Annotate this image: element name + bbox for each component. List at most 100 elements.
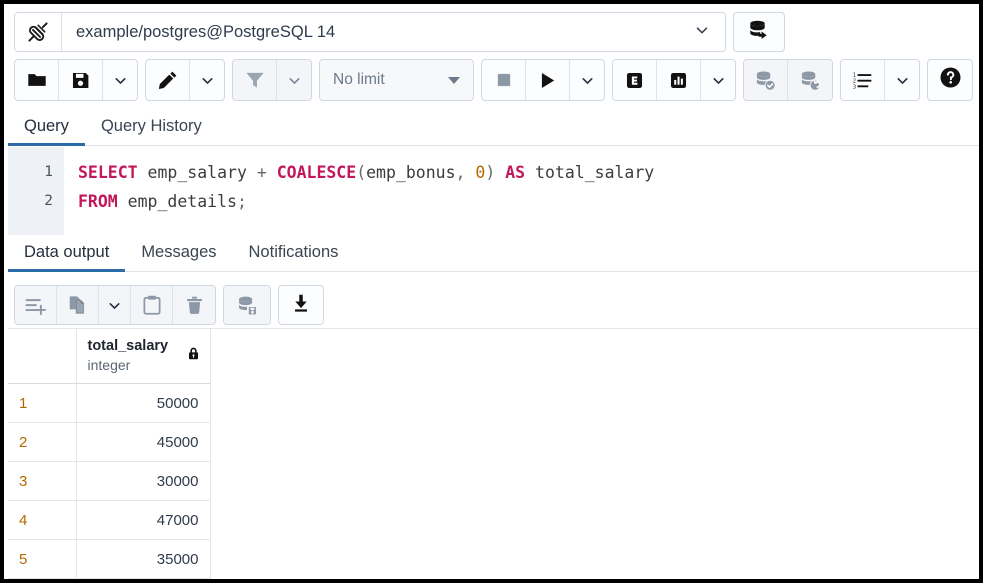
explain-dropdown[interactable] — [701, 60, 735, 100]
table-row[interactable]: 447000 — [8, 501, 210, 540]
column-name: total_salary — [88, 337, 169, 356]
paste-clipboard-button[interactable] — [131, 286, 173, 324]
tab-messages[interactable]: Messages — [125, 243, 232, 272]
header-row: total_salary integer — [8, 329, 210, 384]
row-edit-group — [14, 285, 216, 325]
pgadmin-query-tool: example/postgres@PostgreSQL 14 — [0, 0, 983, 583]
macros-dropdown[interactable] — [885, 60, 919, 100]
rollback-button[interactable] — [788, 60, 832, 100]
plug-connection-icon — [15, 13, 62, 51]
explain-analyze-button[interactable] — [657, 60, 701, 100]
data-output-toolbar — [14, 285, 324, 325]
sql-token — [267, 163, 277, 182]
edit-dropdown[interactable] — [190, 60, 224, 100]
sql-token: ) — [485, 163, 495, 182]
row-number-cell: 4 — [8, 501, 76, 540]
column-type: integer — [88, 356, 169, 375]
execute-group — [481, 59, 605, 101]
connection-string: example/postgres@PostgreSQL 14 — [76, 23, 335, 42]
line-number: 1 — [8, 158, 64, 187]
query-toolbar: No limit — [14, 59, 973, 101]
stop-query-button[interactable] — [482, 60, 526, 100]
sql-token: , — [456, 163, 476, 182]
column-header-total-salary[interactable]: total_salary integer — [76, 329, 210, 384]
row-limit-label: No limit — [333, 71, 385, 89]
copy-rows-button[interactable] — [57, 286, 99, 324]
filter-dropdown[interactable] — [277, 60, 311, 100]
file-group — [14, 59, 138, 101]
add-row-button[interactable] — [15, 286, 57, 324]
cell-total-salary[interactable]: 50000 — [76, 384, 210, 423]
connection-dropdown[interactable]: example/postgres@PostgreSQL 14 — [62, 13, 725, 51]
cell-total-salary[interactable]: 47000 — [76, 501, 210, 540]
open-file-button[interactable] — [15, 60, 59, 100]
row-limit-dropdown[interactable]: No limit — [319, 59, 474, 101]
sql-token: emp_bonus — [366, 163, 455, 182]
commit-button[interactable] — [744, 60, 788, 100]
sql-token: total_salary — [525, 163, 654, 182]
cell-total-salary[interactable]: 30000 — [76, 462, 210, 501]
filter-button[interactable] — [233, 60, 277, 100]
sql-token: AS — [505, 163, 525, 182]
table-row[interactable]: 535000 — [8, 540, 210, 579]
svg-text:3: 3 — [853, 84, 856, 90]
copy-dropdown[interactable] — [99, 286, 131, 324]
save-file-dropdown[interactable] — [103, 60, 137, 100]
cell-total-salary[interactable]: 35000 — [76, 540, 210, 579]
macros-group: 1 2 3 — [840, 59, 920, 101]
save-data-group — [223, 285, 271, 325]
result-table-head: total_salary integer — [8, 329, 210, 384]
filter-group — [232, 59, 312, 101]
chevron-down-icon — [693, 21, 711, 44]
tab-notifications[interactable]: Notifications — [233, 243, 355, 272]
macros-button[interactable]: 1 2 3 — [841, 60, 885, 100]
sql-token: emp_salary — [138, 163, 257, 182]
sql-token: 0 — [475, 163, 485, 182]
explain-button[interactable] — [613, 60, 657, 100]
cell-total-salary[interactable]: 45000 — [76, 423, 210, 462]
table-row[interactable]: 330000 — [8, 462, 210, 501]
output-tabstrip: Data output Messages Notifications — [8, 238, 983, 272]
sql-line: FROM emp_details; — [78, 187, 983, 216]
row-number-header — [8, 329, 76, 384]
row-number-cell: 1 — [8, 384, 76, 423]
sql-token: emp_details — [118, 192, 237, 211]
download-csv-icon — [290, 292, 312, 319]
database-connect-icon — [747, 18, 771, 47]
sql-token: SELECT — [78, 163, 138, 182]
tab-query[interactable]: Query — [8, 117, 85, 146]
result-grid[interactable]: total_salary integer — [8, 329, 983, 583]
delete-rows-button[interactable] — [173, 286, 215, 324]
save-file-button[interactable] — [59, 60, 103, 100]
sql-token — [495, 163, 505, 182]
tab-data-output[interactable]: Data output — [8, 243, 125, 272]
table-row[interactable]: 245000 — [8, 423, 210, 462]
sql-editor[interactable]: 1 2 SELECT emp_salary + COALESCE(emp_bon… — [8, 147, 983, 235]
sql-token: COALESCE — [277, 163, 356, 182]
sql-token: FROM — [78, 192, 118, 211]
row-number-cell: 3 — [8, 462, 76, 501]
help-button[interactable] — [927, 59, 973, 101]
table-row[interactable]: 150000 — [8, 384, 210, 423]
sql-line: SELECT emp_salary + COALESCE(emp_bonus, … — [78, 158, 983, 187]
edit-button[interactable] — [146, 60, 190, 100]
connection-selector[interactable]: example/postgres@PostgreSQL 14 — [14, 12, 726, 52]
execute-dropdown[interactable] — [570, 60, 604, 100]
execute-query-button[interactable] — [526, 60, 570, 100]
svg-text:2: 2 — [853, 78, 856, 84]
edit-group — [145, 59, 225, 101]
caret-down-icon — [448, 77, 460, 84]
sql-token: ( — [356, 163, 366, 182]
line-number-gutter: 1 2 — [8, 147, 64, 235]
download-results-button[interactable] — [278, 285, 324, 325]
new-connection-button[interactable] — [733, 12, 785, 52]
line-number: 2 — [8, 187, 64, 216]
row-number-cell: 5 — [8, 540, 76, 579]
sql-code[interactable]: SELECT emp_salary + COALESCE(emp_bonus, … — [64, 147, 983, 235]
save-data-changes-button[interactable] — [224, 286, 270, 324]
connection-bar: example/postgres@PostgreSQL 14 — [14, 12, 785, 52]
row-number-cell: 2 — [8, 423, 76, 462]
lock-icon — [186, 346, 201, 366]
result-table-body: 150000245000330000447000535000 — [8, 384, 210, 579]
tab-query-history[interactable]: Query History — [85, 117, 218, 146]
